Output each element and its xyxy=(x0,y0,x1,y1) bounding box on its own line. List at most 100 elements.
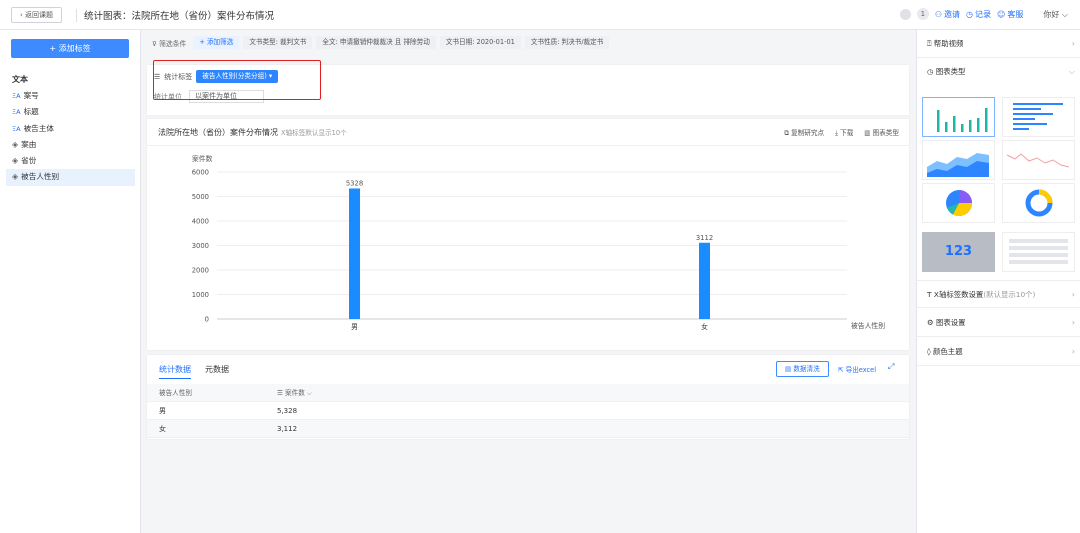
invite-link[interactable]: ⚇ 邀请 xyxy=(935,9,960,20)
filter-chip[interactable]: 文书性质: 判决书/裁定书 xyxy=(524,36,610,49)
expand-icon[interactable]: ⤢ xyxy=(888,362,894,372)
y-tick-label: 4000 xyxy=(192,218,209,226)
donut-chart-icon xyxy=(1025,189,1053,217)
y-tick-label: 6000 xyxy=(192,169,209,177)
filter-chip[interactable]: 文书日期: 2020-01-01 xyxy=(439,36,521,49)
chevron-down-icon: ⌵ xyxy=(1061,9,1068,19)
tab-stat-data[interactable]: 统计数据 xyxy=(159,364,191,379)
download-button[interactable]: ⤓ 下载 xyxy=(835,127,853,138)
bar xyxy=(349,188,360,319)
chart-type-bar-thumb[interactable] xyxy=(922,97,995,137)
chevron-down-icon: ⌵ xyxy=(1068,67,1075,76)
avatar-placeholder xyxy=(899,8,911,20)
chart-hint: X轴标签默认显示10个 xyxy=(281,129,347,137)
service-link[interactable]: ☺ 客服 xyxy=(997,9,1023,20)
sidebar-item-title[interactable]: ΞA 标题 xyxy=(6,104,135,120)
area-chart-icon xyxy=(927,153,989,177)
top-actions: 1 ⚇ 邀请 ◷ 记录 ☺ 客服 你好 ⌵ xyxy=(899,8,1068,20)
header-count[interactable]: ☰ 案件数 ⌵ xyxy=(277,384,312,402)
chart-type-button[interactable]: ▥ 图表类型 xyxy=(864,127,899,138)
line-chart-icon xyxy=(1006,153,1070,168)
text-type-icon: ΞA xyxy=(12,92,21,100)
help-video-row[interactable]: ⍰ 帮助视频 › xyxy=(917,30,1080,58)
chart-type-line-thumb[interactable] xyxy=(1002,140,1075,180)
record-link[interactable]: ◷ 记录 xyxy=(966,9,991,20)
back-button[interactable]: ‹ 返回课题 xyxy=(11,7,63,23)
smile-icon: ☺ xyxy=(997,9,1006,19)
header-gender: 被告人性别 xyxy=(159,389,192,397)
add-tag-button[interactable]: + 添加标签 xyxy=(11,39,129,58)
data-label: 5328 xyxy=(346,179,363,187)
export-icon: ⇱ xyxy=(838,366,846,374)
main-area: ⊽ 筛选条件 + 添加筛选 文书类型: 裁判文书 全文: 申请撤销仲裁裁决 且 … xyxy=(142,30,915,533)
sidebar-item-gender[interactable]: ◈ 被告人性别 xyxy=(6,169,135,186)
settings-icon: ⚙ xyxy=(927,318,936,327)
data-clean-button[interactable]: ▤ 数据清洗 xyxy=(776,361,829,377)
x-tick-label: 女 xyxy=(701,322,708,331)
filter-bar: ⊽ 筛选条件 + 添加筛选 文书类型: 裁判文书 全文: 申请撤销仲裁裁决 且 … xyxy=(147,34,610,51)
chevron-down-icon: ⌵ xyxy=(306,389,312,397)
chart-type-hbar-thumb[interactable] xyxy=(1002,97,1075,137)
filter-chip[interactable]: 文书类型: 裁判文书 xyxy=(243,36,313,49)
add-filter-button[interactable]: + 添加筛选 xyxy=(193,36,240,49)
list-icon: ☰ xyxy=(277,389,286,397)
chevron-right-icon: › xyxy=(1071,39,1075,48)
y-tick-label: 3000 xyxy=(192,242,209,250)
cell-gender: 女 xyxy=(159,425,166,433)
bar-chart: 案件数 0 1000 2000 3000 4000 5000 6000 5328 男 3112 女 被告… xyxy=(192,154,886,331)
chart-type-pie-thumb[interactable] xyxy=(922,183,995,223)
clock-icon: ◷ xyxy=(966,9,974,19)
text-type-icon: ΞA xyxy=(12,108,21,117)
chart-type-donut-thumb[interactable] xyxy=(1002,183,1075,223)
chart-panel: 法院所在地（省份）案件分布情况 X轴标签默认显示10个 ⧉ 复制研究点 ⤓ 下载 … xyxy=(147,119,909,350)
cell-count: 5,328 xyxy=(277,407,298,415)
chevron-right-icon: › xyxy=(1071,318,1075,327)
chart-type-area-thumb[interactable] xyxy=(922,140,995,180)
tab-meta-data[interactable]: 元数据 xyxy=(205,364,229,379)
text-t-icon: T xyxy=(927,290,934,299)
filter-chip[interactable]: 全文: 申请撤销仲裁裁决 且 排除劳动 xyxy=(316,36,436,49)
right-sidebar: ⍰ 帮助视频 › ◷ 图表类型 ⌵ 123 T X轴标签数设置(默认显示10个)… xyxy=(916,30,1080,533)
horizontal-bar-icon xyxy=(1013,103,1063,130)
chart-title: 法院所在地（省份）案件分布情况 X轴标签默认显示10个 xyxy=(158,128,347,137)
table-icon xyxy=(1009,239,1068,264)
xaxis-setting-row[interactable]: T X轴标签数设置(默认显示10个) › xyxy=(917,280,1080,308)
y-tick-label: 0 xyxy=(205,316,209,324)
chevron-right-icon: › xyxy=(1071,290,1075,299)
color-theme-row[interactable]: ◊ 颜色主题 › xyxy=(917,338,1080,366)
divider xyxy=(76,9,77,22)
chart-setting-row[interactable]: ⚙ 图表设置 › xyxy=(917,309,1080,337)
sidebar-item-defendant[interactable]: ΞA 被告主体 xyxy=(6,121,135,137)
sidebar-item-case-number[interactable]: ΞA 案号 xyxy=(6,88,135,104)
category-title: 文本 xyxy=(12,75,28,84)
question-icon: ⍰ xyxy=(927,39,934,48)
x-tick-label: 男 xyxy=(351,323,358,331)
chart-type-kpi-thumb[interactable]: 123 xyxy=(922,232,995,272)
tag-list: ΞA 案号 ΞA 标题 ΞA 被告主体 ◈ 案由 ◈ 省份 ◈ 被告人性别 xyxy=(6,88,135,186)
data-table: 被告人性别 ☰ 案件数 ⌵ 男 5,328 女 3,112 xyxy=(147,384,909,438)
pie-chart-icon xyxy=(946,190,972,216)
data-label: 3112 xyxy=(696,234,713,242)
layers-icon: ◈ xyxy=(12,156,19,166)
sidebar-item-cause[interactable]: ◈ 案由 xyxy=(6,137,135,153)
sidebar-item-province[interactable]: ◈ 省份 xyxy=(6,153,135,169)
filter-label: ⊽ 筛选条件 xyxy=(152,39,187,48)
page-title: 统计图表：法院所在地（省份）案件分布情况 xyxy=(84,11,275,22)
user-icon: ⚇ xyxy=(934,9,943,19)
copy-point-button[interactable]: ⧉ 复制研究点 xyxy=(784,127,824,138)
table-row: 女 3,112 xyxy=(147,420,909,438)
table-row: 男 5,328 xyxy=(147,402,909,420)
y-tick-label: 1000 xyxy=(192,291,209,299)
clock-icon: ◷ xyxy=(927,67,936,76)
bar-chart-icon xyxy=(937,108,988,132)
export-excel-link[interactable]: ⇱ 导出excel xyxy=(838,364,876,374)
cell-gender: 男 xyxy=(159,407,166,415)
chart-type-row[interactable]: ◷ 图表类型 ⌵ xyxy=(917,58,1080,86)
table-header: 被告人性别 ☰ 案件数 ⌵ xyxy=(147,384,909,402)
y-tick-label: 2000 xyxy=(192,267,209,275)
user-menu[interactable]: 你好 ⌵ xyxy=(1043,9,1068,20)
left-sidebar: + 添加标签 文本 ΞA 案号 ΞA 标题 ΞA 被告主体 ◈ 案由 ◈ 省份 ◈ 被告人性… xyxy=(0,30,141,533)
chart-type-table-thumb[interactable] xyxy=(1002,232,1075,272)
x-axis-label: 被告人性别 xyxy=(851,321,885,330)
kpi-value: 123 xyxy=(944,244,973,259)
